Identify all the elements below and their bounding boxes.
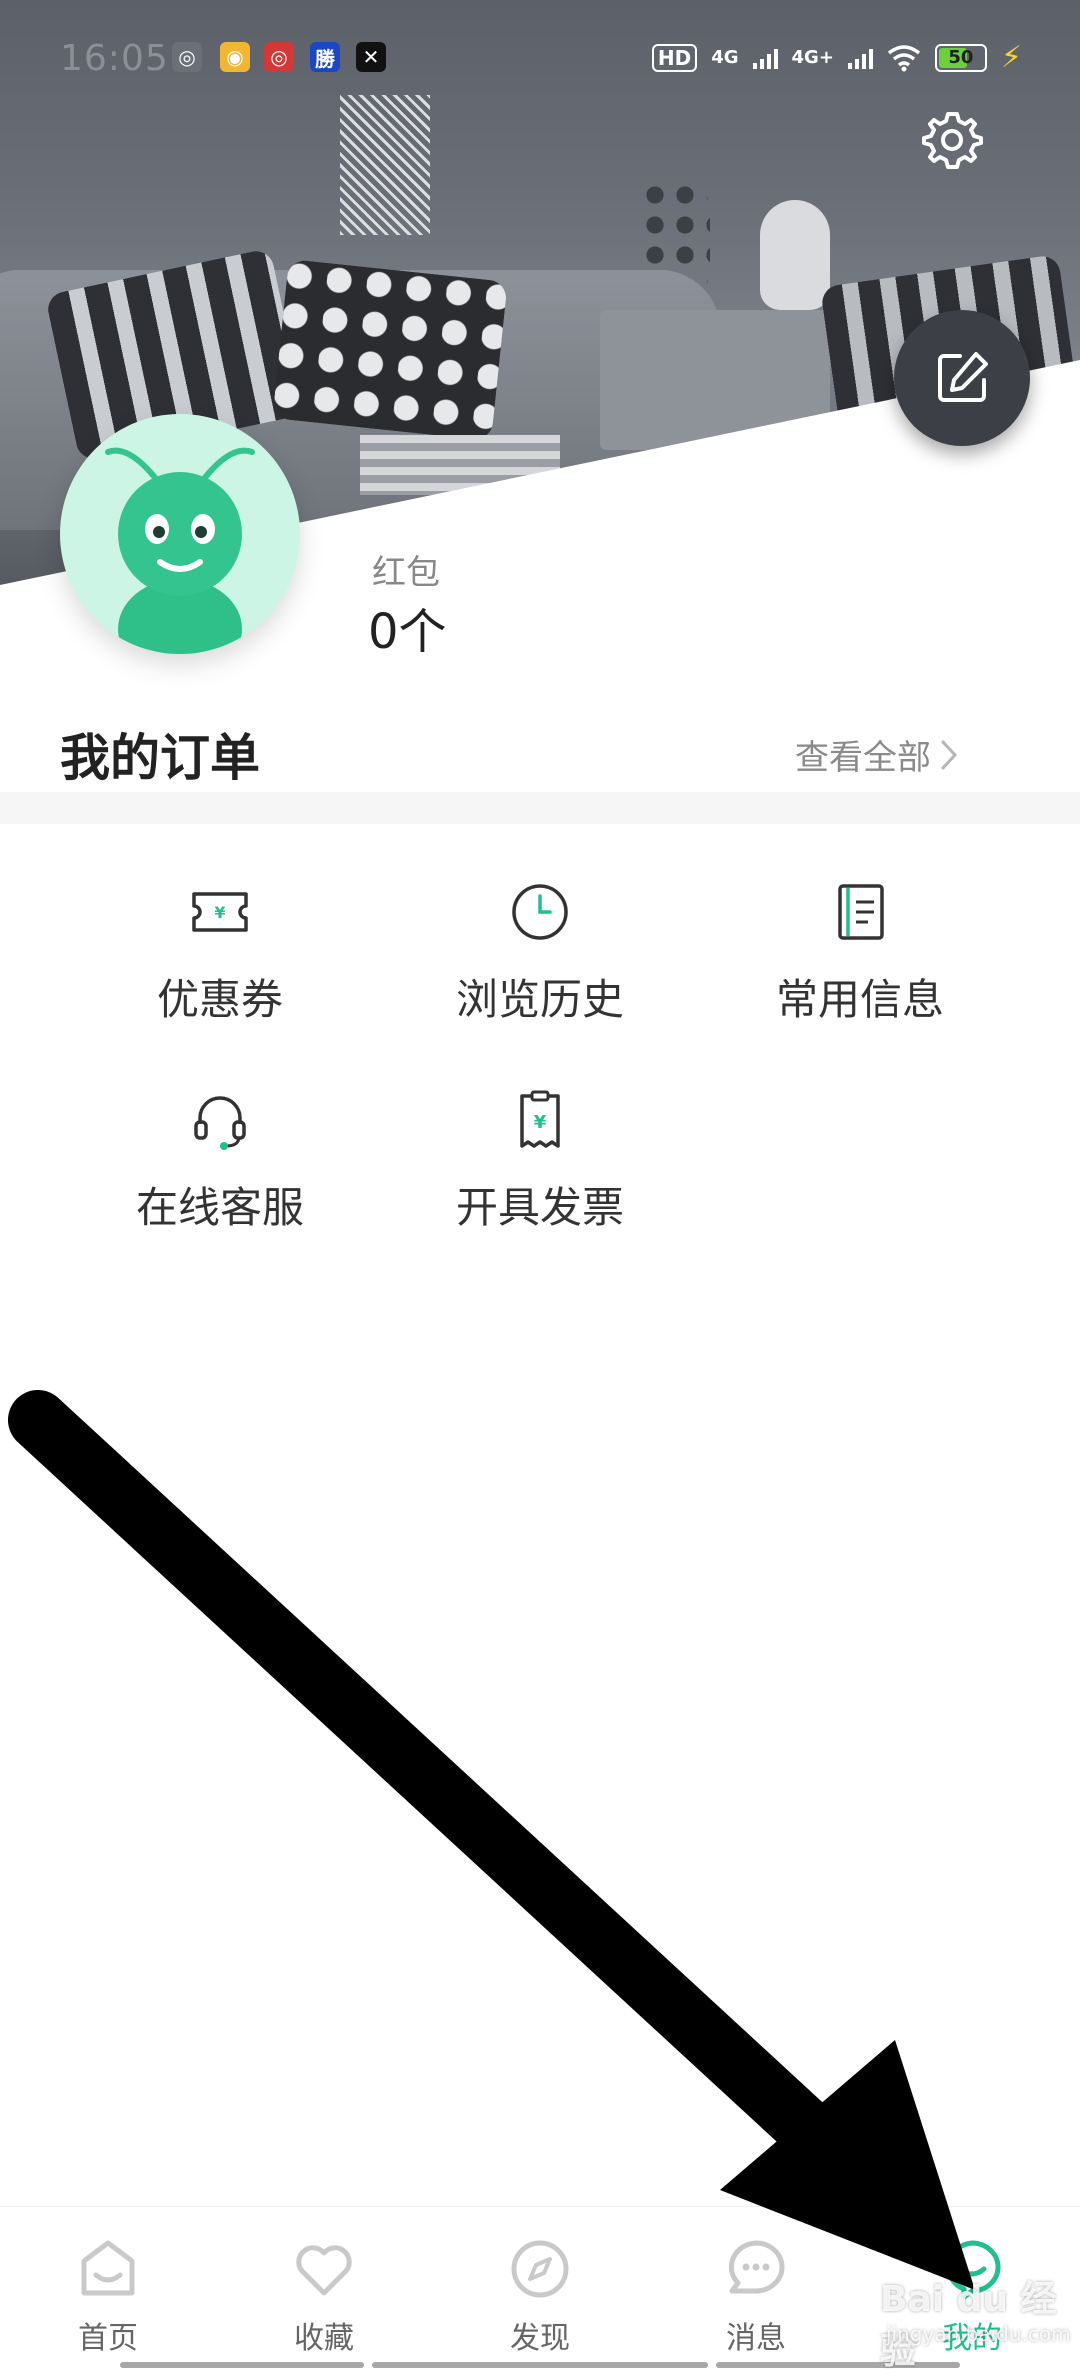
notification-app-icon: ◎ xyxy=(172,42,202,72)
my-orders-title: 我的订单 xyxy=(60,729,260,787)
coupon-icon: ¥ xyxy=(192,892,248,932)
invoice-icon: ¥ xyxy=(520,1090,560,1148)
baidu-watermark-url: jingyan.baidu.com xyxy=(886,2322,1071,2346)
edit-icon xyxy=(938,352,988,402)
svg-text:¥: ¥ xyxy=(214,903,225,922)
gear-icon xyxy=(922,112,983,169)
online-service-label: 在线客服 xyxy=(135,1183,304,1232)
common-info-item[interactable]: 常用信息 xyxy=(730,880,990,1040)
nav-messages-label: 消息 xyxy=(726,2321,786,2356)
clock-icon xyxy=(512,884,568,940)
view-all-label: 查看全部 xyxy=(795,738,931,778)
battery-level: 50 xyxy=(948,46,974,68)
chevron-right-icon xyxy=(941,740,958,769)
coupon-item[interactable]: ¥ 优惠券 xyxy=(90,880,350,1040)
status-time: 16:05 xyxy=(60,38,169,79)
svg-text:¥: ¥ xyxy=(534,1112,547,1133)
battery-icon: 50 xyxy=(934,43,987,72)
charging-icon: ⚡ xyxy=(1000,40,1022,75)
edit-profile-button[interactable] xyxy=(894,310,1030,446)
browse-history-item[interactable]: 浏览历史 xyxy=(410,880,670,1040)
ant-mascot-icon xyxy=(105,447,255,654)
browse-history-label: 浏览历史 xyxy=(455,975,624,1024)
network-4g: 4G xyxy=(711,46,739,68)
avatar[interactable] xyxy=(60,414,300,654)
red-packet-count[interactable]: 0个 xyxy=(368,592,447,662)
common-info-label: 常用信息 xyxy=(775,975,944,1024)
sports-app-icon: 勝 xyxy=(310,42,340,72)
invoice-item[interactable]: ¥ 开具发票 xyxy=(410,1088,670,1248)
network-4g-plus: 4G+ xyxy=(791,46,834,68)
nav-messages[interactable]: 消息 xyxy=(676,2235,836,2357)
nav-discover[interactable]: 发现 xyxy=(460,2235,620,2357)
nav-indicator xyxy=(372,2362,708,2368)
section-divider xyxy=(0,792,1080,824)
nav-favorites[interactable]: 收藏 xyxy=(244,2235,404,2357)
home-icon xyxy=(81,2240,135,2296)
signal-bars-2-icon xyxy=(847,47,873,69)
capcut-app-icon: ✕ xyxy=(356,42,386,72)
headset-icon xyxy=(194,1096,246,1150)
online-service-item[interactable]: 在线客服 xyxy=(90,1088,350,1248)
signal-bars-1-icon xyxy=(752,47,778,69)
weibo-app-icon: ◉ xyxy=(220,42,250,72)
view-all-orders-link[interactable]: 查看全部 xyxy=(795,730,959,779)
status-bar: 16:05 ◎ ◉ ◎ 勝 ✕ HD 4G 4G+ 50 ⚡ xyxy=(0,30,1080,90)
nav-discover-label: 发现 xyxy=(510,2321,570,2356)
nav-indicator xyxy=(120,2362,364,2368)
invoice-label: 开具发票 xyxy=(455,1183,624,1232)
settings-button[interactable] xyxy=(920,108,984,172)
compass-icon xyxy=(511,2240,569,2298)
wifi-icon xyxy=(887,44,921,71)
nav-home[interactable]: 首页 xyxy=(28,2235,188,2357)
nav-favorites-label: 收藏 xyxy=(294,2321,354,2356)
news-app-icon: ◎ xyxy=(264,42,294,72)
message-icon xyxy=(728,2240,785,2294)
hd-badge: HD xyxy=(651,43,698,72)
notebook-icon xyxy=(838,884,884,940)
heart-icon xyxy=(296,2245,352,2296)
coupon-label: 优惠券 xyxy=(156,975,283,1024)
red-packet-label: 红包 xyxy=(372,553,440,593)
status-indicators: HD 4G 4G+ 50 ⚡ xyxy=(651,40,1022,75)
nav-home-label: 首页 xyxy=(78,2321,138,2356)
